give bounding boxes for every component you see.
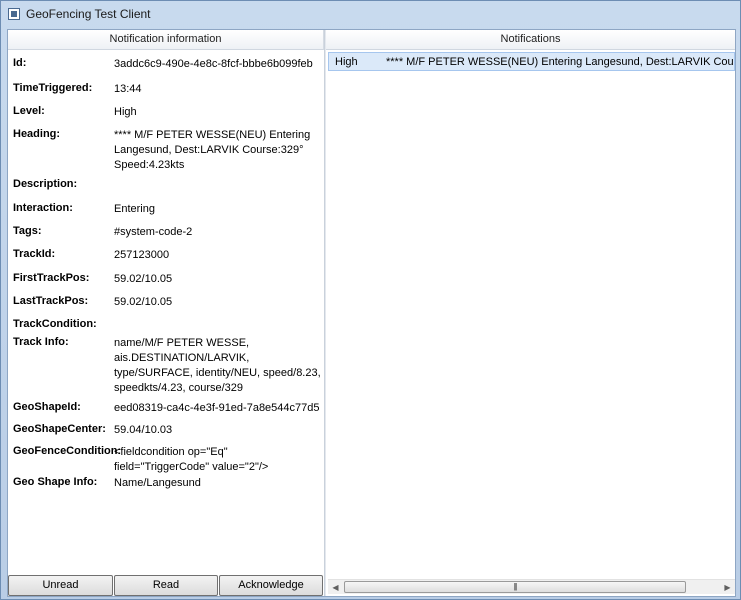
field-value: 257123000 [114, 249, 170, 261]
field-value: eed08319-ca4c-4e3f-91ed-7a8e544c77d5 [114, 402, 320, 414]
field-geo-fence-condition: GeoFenceCondition: <fieldcondition op="E… [8, 441, 324, 476]
field-value: 59.02/10.05 [114, 296, 173, 308]
unread-button[interactable]: Unread [8, 575, 113, 596]
field-track-condition: TrackCondition: [8, 315, 324, 331]
field-label: TimeTriggered: [13, 82, 93, 94]
field-value [114, 318, 322, 331]
field-last-track-pos: LastTrackPos: 59.02/10.05 [8, 292, 324, 315]
field-value: 59.02/10.05 [114, 273, 173, 285]
read-button[interactable]: Read [114, 575, 218, 596]
field-value: High [114, 106, 137, 118]
info-fields: Id: 3addc6c9-490e-4e8c-8fcf-bbbe6b099feb… [8, 51, 324, 498]
notification-level: High [335, 56, 358, 68]
acknowledge-button[interactable]: Acknowledge [219, 575, 323, 596]
field-value: 13:44 [114, 83, 142, 95]
field-label: GeoShapeCenter: [13, 423, 106, 435]
field-label: TrackId: [13, 248, 56, 260]
field-label: LastTrackPos: [13, 295, 89, 307]
scroll-right-arrow-icon[interactable]: ▶ [720, 580, 735, 595]
field-value: 59.04/10.03 [114, 424, 173, 436]
field-label: Description: [13, 178, 78, 190]
field-label: GeoShapeId: [13, 401, 81, 413]
action-buttons: Unread Read Acknowledge [8, 575, 324, 596]
client-area: Notification information Id: 3addc6c9-49… [7, 29, 736, 597]
field-level: Level: High [8, 98, 324, 121]
field-label: Track Info: [13, 336, 69, 348]
field-label: Geo Shape Info: [13, 476, 98, 488]
title-bar[interactable]: GeoFencing Test Client [1, 1, 740, 27]
field-label: Id: [13, 57, 27, 69]
notification-heading: **** M/F PETER WESSE(NEU) Entering Lange… [386, 56, 734, 68]
field-track-id: TrackId: 257123000 [8, 245, 324, 269]
field-geo-shape-info: Geo Shape Info: Name/Langesund [8, 476, 324, 498]
field-value: Name/Langesund [114, 477, 201, 489]
field-label: Interaction: [13, 202, 73, 214]
notification-info-panel: Notification information Id: 3addc6c9-49… [8, 30, 324, 596]
field-heading: Heading: **** M/F PETER WESSE(NEU) Enter… [8, 121, 324, 175]
field-label: GeoFenceCondition: [13, 445, 122, 457]
field-value: name/M/F PETER WESSE, ais.DESTINATION/LA… [114, 337, 321, 394]
field-label: TrackCondition: [13, 318, 97, 330]
field-value [114, 178, 322, 199]
scroll-left-arrow-icon[interactable]: ◀ [328, 580, 343, 595]
field-track-info: Track Info: name/M/F PETER WESSE, ais.DE… [8, 331, 324, 396]
field-label: Heading: [13, 128, 61, 140]
horizontal-scrollbar[interactable]: ◀ ||| ▶ [328, 579, 735, 594]
notification-info-header: Notification information [8, 30, 324, 50]
field-value: #system-code-2 [114, 226, 193, 238]
field-value: <fieldcondition op="Eq" field="TriggerCo… [114, 446, 269, 473]
field-label: FirstTrackPos: [13, 272, 90, 284]
field-time-triggered: TimeTriggered: 13:44 [8, 74, 324, 98]
field-interaction: Interaction: Entering [8, 199, 324, 222]
field-value: **** M/F PETER WESSE(NEU) Entering Lange… [114, 129, 311, 171]
scrollbar-grip-icon: ||| [513, 582, 517, 591]
notifications-header: Notifications [326, 30, 735, 50]
field-description: Description: [8, 175, 324, 199]
window-title: GeoFencing Test Client [26, 7, 151, 21]
field-id: Id: 3addc6c9-490e-4e8c-8fcf-bbbe6b099feb [8, 51, 324, 74]
app-window: GeoFencing Test Client Notification info… [0, 0, 741, 600]
field-first-track-pos: FirstTrackPos: 59.02/10.05 [8, 269, 324, 292]
field-value: Entering [114, 203, 155, 215]
scrollbar-thumb[interactable]: ||| [344, 581, 686, 593]
field-geo-shape-center: GeoShapeCenter: 59.04/10.03 [8, 419, 324, 441]
field-label: Tags: [13, 225, 42, 237]
notification-row[interactable]: High **** M/F PETER WESSE(NEU) Entering … [328, 52, 735, 71]
app-window-icon[interactable] [8, 8, 20, 20]
field-label: Level: [13, 105, 45, 117]
notifications-panel: Notifications High **** M/F PETER WESSE(… [326, 30, 735, 596]
field-value: 3addc6c9-490e-4e8c-8fcf-bbbe6b099feb [114, 58, 313, 70]
field-tags: Tags: #system-code-2 [8, 222, 324, 245]
field-geo-shape-id: GeoShapeId: eed08319-ca4c-4e3f-91ed-7a8e… [8, 396, 324, 419]
